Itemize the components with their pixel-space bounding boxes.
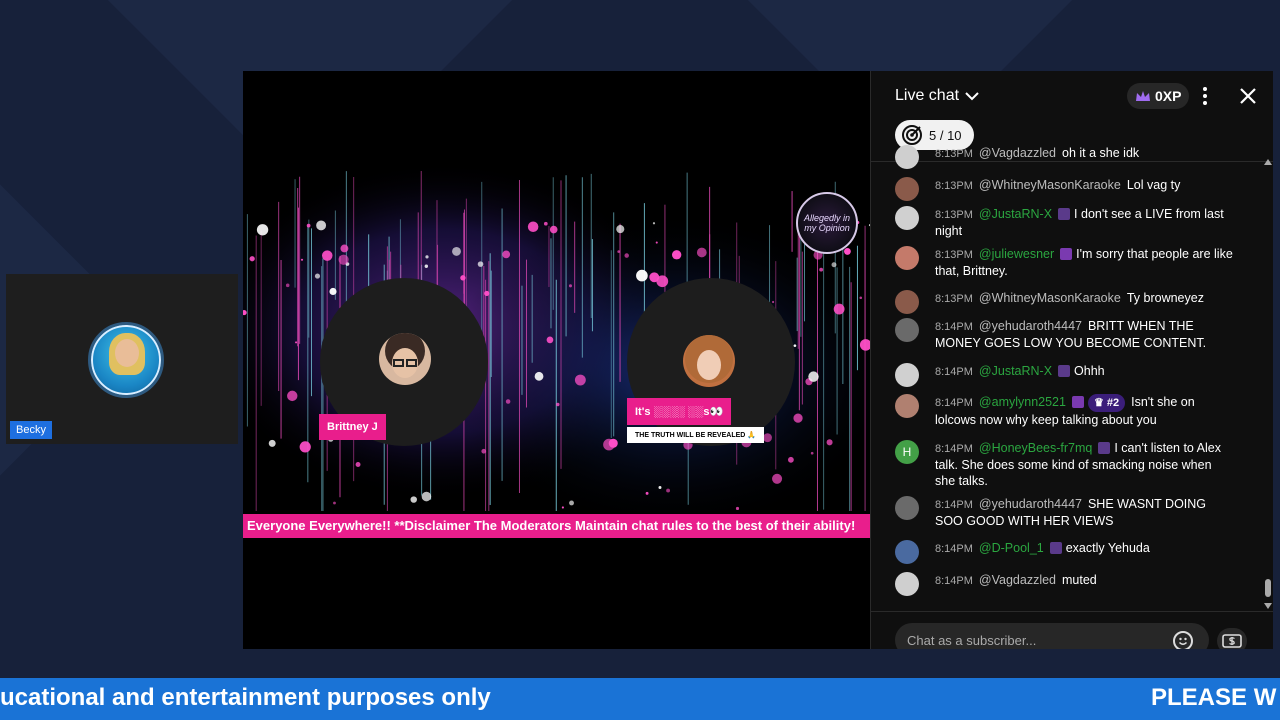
emoji-icon[interactable]	[1173, 631, 1193, 649]
message-text: exactly Yehuda	[1065, 541, 1150, 555]
user-avatar[interactable]	[895, 394, 919, 418]
host-right-name-tag: It's ░░░░ ░░s👀	[627, 398, 732, 425]
user-avatar[interactable]	[895, 540, 919, 564]
member-badge-icon	[1049, 542, 1062, 554]
chat-message[interactable]: 8:14PM @Vagdazzled muted	[895, 572, 1235, 596]
message-author[interactable]: @JustaRN-X	[979, 207, 1052, 221]
host-left-avatar	[379, 333, 431, 385]
chat-scrollbar[interactable]	[1263, 159, 1273, 611]
xp-button[interactable]: 0XP	[1127, 83, 1190, 109]
message-timestamp: 8:13PM	[935, 180, 973, 192]
message-text: Ohhh	[1074, 364, 1105, 378]
target-icon	[902, 125, 922, 145]
message-timestamp: 8:13PM	[935, 249, 973, 261]
host-left-name-tag: Brittney J	[319, 414, 386, 440]
user-avatar[interactable]	[895, 572, 919, 596]
member-badge-icon	[1098, 442, 1111, 454]
message-timestamp: 8:13PM	[935, 148, 973, 160]
message-text: Lol vag ty	[1126, 178, 1181, 192]
chat-message[interactable]: 8:14PM @amylynn2521 ♛ #2 Isn't she on lolco…	[895, 394, 1235, 428]
chat-input-row	[871, 611, 1273, 649]
chat-message[interactable]: 8:14PM @yehudaroth4447 BRITT WHEN THE MONE…	[895, 318, 1235, 351]
chat-message[interactable]: 8:14PM @JustaRN-X Ohhh	[895, 363, 1235, 387]
chat-message[interactable]: H 8:14PM @HoneyBees-fr7mq I can't listen to…	[895, 440, 1235, 489]
user-avatar[interactable]	[895, 290, 919, 314]
user-avatar[interactable]	[895, 206, 919, 230]
chat-message[interactable]: 8:13PM @WhitneyMasonKaraoke Lol vag ty	[895, 177, 1235, 201]
webcam-panel: Becky	[6, 274, 238, 444]
user-avatar[interactable]	[895, 318, 919, 342]
message-timestamp: 8:14PM	[935, 321, 973, 333]
crown-icon	[1136, 91, 1150, 101]
chat-message[interactable]: 8:13PM @juliewesner I'm sorry that people …	[895, 246, 1235, 279]
chat-message[interactable]: 8:13PM @JustaRN-X I don't see a LIVE from …	[895, 206, 1235, 239]
message-author[interactable]: @WhitneyMasonKaraoke	[979, 178, 1121, 192]
message-author[interactable]: @D-Pool_1	[979, 541, 1044, 555]
bottom-ticker-left-text: ucational and entertainment purposes onl…	[0, 684, 491, 711]
goal-progress: 5 / 10	[929, 127, 962, 143]
chat-message[interactable]: 8:13PM @Vagdazzled oh it a she idk	[895, 145, 1235, 169]
message-text: Ty browneyez	[1126, 291, 1204, 305]
message-author[interactable]: @HoneyBees-fr7mq	[979, 441, 1092, 455]
user-avatar[interactable]	[895, 363, 919, 387]
message-author[interactable]: @WhitneyMasonKaraoke	[979, 291, 1121, 305]
more-options-icon[interactable]	[1197, 85, 1213, 107]
message-timestamp: 8:13PM	[935, 293, 973, 305]
user-avatar[interactable]	[895, 496, 919, 520]
scroll-thumb[interactable]	[1265, 579, 1271, 597]
stage-ticker: Everyone Everywhere!! **Disclaimer The M…	[243, 514, 871, 538]
chat-title: Live chat	[895, 87, 960, 104]
message-author[interactable]: @amylynn2521	[979, 395, 1066, 409]
member-badge-icon	[1058, 208, 1071, 220]
message-author[interactable]: @yehudaroth4447	[979, 319, 1082, 333]
stream-stage[interactable]: Brittney J It's ░░░░ ░░s👀 THE TRUTH WILL…	[243, 71, 871, 649]
chat-title-dropdown[interactable]: Live chat	[895, 87, 979, 105]
member-badge-icon	[1058, 365, 1071, 377]
message-timestamp: 8:14PM	[935, 499, 973, 511]
bottom-ticker: ucational and entertainment purposes onl…	[0, 678, 1280, 720]
message-timestamp: 8:14PM	[935, 543, 973, 555]
guest-avatar	[88, 322, 164, 398]
member-badge-icon	[1071, 396, 1084, 408]
chat-input[interactable]	[895, 623, 1209, 649]
live-chat-panel: Live chat 0XP 5 / 10 8:13PM @Vagdazzled oh…	[870, 71, 1273, 649]
guest-name-label: Becky	[10, 421, 52, 439]
host-right-subtitle: THE TRUTH WILL BE REVEALED 🙏	[627, 427, 764, 443]
super-chat-icon[interactable]	[1217, 628, 1247, 649]
member-badge-icon	[1060, 248, 1073, 260]
message-timestamp: 8:14PM	[935, 397, 973, 409]
close-icon[interactable]	[1235, 83, 1261, 109]
message-author[interactable]: @JustaRN-X	[979, 364, 1052, 378]
host-right-avatar	[683, 335, 735, 387]
chat-message[interactable]: 8:14PM @D-Pool_1 exactly Yehuda	[895, 540, 1235, 564]
message-text: muted	[1062, 573, 1097, 587]
message-timestamp: 8:13PM	[935, 209, 973, 221]
chat-message[interactable]: 8:14PM @yehudaroth4447 SHE WASNT DOING SOO…	[895, 496, 1235, 529]
bottom-ticker-right-text: PLEASE W	[1151, 684, 1277, 711]
user-avatar[interactable]	[895, 246, 919, 270]
user-avatar[interactable]	[895, 145, 919, 169]
channel-logo: Allegedly in my Opinion	[796, 192, 858, 254]
message-author[interactable]: @juliewesner	[979, 247, 1054, 261]
message-timestamp: 8:14PM	[935, 575, 973, 587]
message-author[interactable]: @Vagdazzled	[979, 146, 1056, 160]
chat-message-list[interactable]: 8:13PM @Vagdazzled oh it a she idk 8:13PM @W…	[871, 145, 1261, 613]
chat-message[interactable]: 8:13PM @WhitneyMasonKaraoke Ty browneyez	[895, 290, 1235, 314]
rank-badge: ♛ #2	[1087, 394, 1126, 412]
message-timestamp: 8:14PM	[935, 366, 973, 378]
user-avatar[interactable]: H	[895, 440, 919, 464]
chevron-down-icon	[965, 92, 979, 101]
user-avatar[interactable]	[895, 177, 919, 201]
message-author[interactable]: @Vagdazzled	[979, 573, 1056, 587]
xp-value: 0XP	[1155, 88, 1182, 104]
message-text: oh it a she idk	[1062, 146, 1140, 160]
message-author[interactable]: @yehudaroth4447	[979, 497, 1082, 511]
message-timestamp: 8:14PM	[935, 443, 973, 455]
